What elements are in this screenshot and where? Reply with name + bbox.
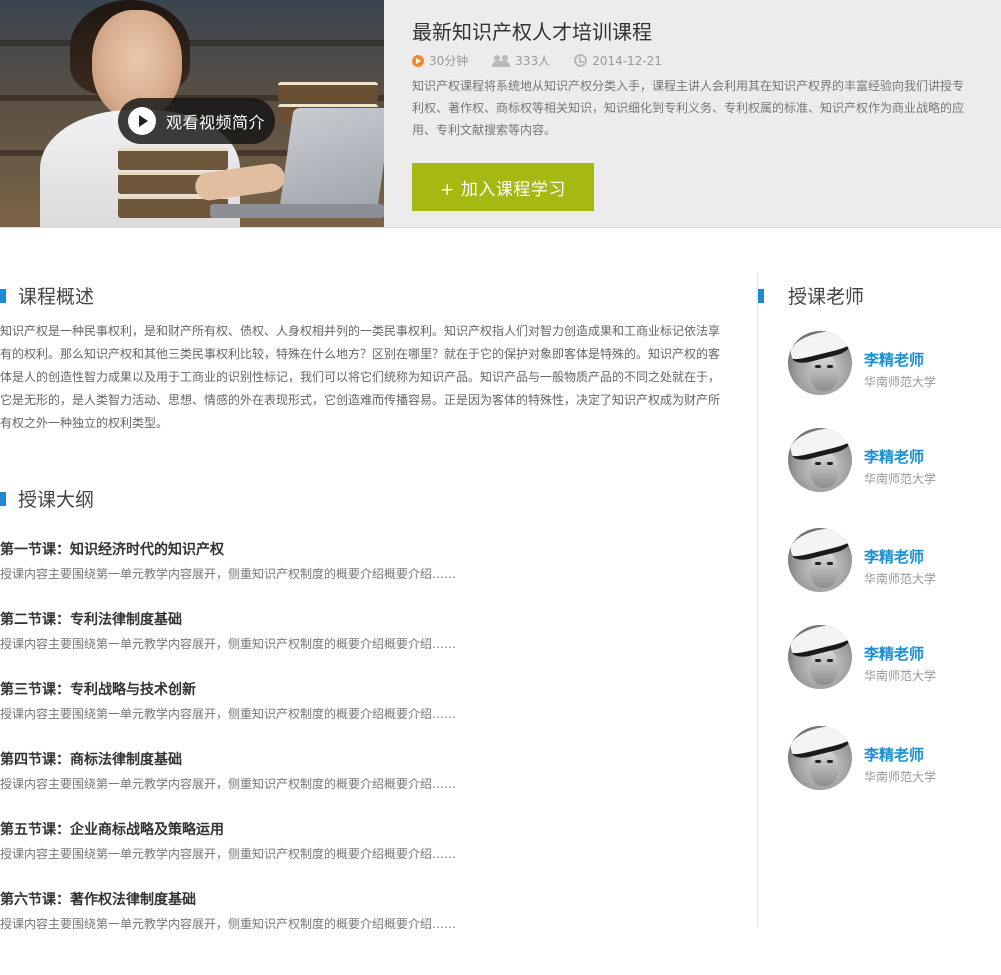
teacher-avatar[interactable] [788,528,852,592]
teacher-card[interactable]: 李精老师 华南师范大学 [788,428,988,494]
course-cover-image: 观看视频简介 [0,0,384,227]
teacher-school: 华南师范大学 [864,375,937,389]
teacher-name[interactable]: 李精老师 [864,446,924,467]
teacher-school: 华南师范大学 [864,572,937,586]
avatar-eye [815,760,821,763]
overview-heading: 课程概述 [0,282,94,309]
heading-marker [758,288,764,303]
syllabus-heading-text: 授课大纲 [18,489,95,511]
lesson-item[interactable]: 第二节课：专利法律制度基础 授课内容主要围绕第一单元教学内容展开，侧重知识产权制… [0,609,740,652]
sidebar-divider [757,272,758,927]
teachers-heading-text: 授课老师 [788,286,865,308]
teacher-name[interactable]: 李精老师 [864,546,924,567]
lesson-item[interactable]: 第一节课：知识经济时代的知识产权 授课内容主要围绕第一单元教学内容展开，侧重知识… [0,539,740,582]
teacher-school: 华南师范大学 [864,472,937,486]
lesson-title[interactable]: 第五节课：企业商标战略及策略运用 [0,819,740,839]
avatar-eye [815,659,821,662]
teacher-avatar[interactable] [788,428,852,492]
course-duration: 30分钟 [412,52,468,69]
teacher-school: 华南师范大学 [864,770,937,784]
teacher-avatar[interactable] [788,331,852,395]
teacher-avatar[interactable] [788,726,852,790]
duration-icon [412,54,424,67]
lesson-description: 授课内容主要围绕第一单元教学内容展开，侧重知识产权制度的概要介绍概要介绍…… [0,847,457,861]
lesson-title[interactable]: 第一节课：知识经济时代的知识产权 [0,539,740,559]
avatar-eye [827,659,833,662]
bookshelf-decoration [0,40,384,46]
course-meta: 30分钟 333人 2014-12-21 [412,52,686,69]
lesson-description: 授课内容主要围绕第一单元教学内容展开，侧重知识产权制度的概要介绍概要介绍…… [0,917,457,931]
heading-marker [0,288,6,303]
lesson-description: 授课内容主要围绕第一单元教学内容展开，侧重知识产权制度的概要介绍概要介绍…… [0,637,457,651]
teacher-avatar[interactable] [788,625,852,689]
avatar-eye [827,760,833,763]
lesson-title[interactable]: 第二节课：专利法律制度基础 [0,609,740,629]
book-stack [118,148,228,170]
avatar-eye [827,365,833,368]
overview-heading-text: 课程概述 [18,286,95,308]
lesson-title[interactable]: 第三节课：专利战略与技术创新 [0,679,740,699]
lesson-item[interactable]: 第六节课：著作权法律制度基础 授课内容主要围绕第一单元教学内容展开，侧重知识产权… [0,889,740,932]
course-description: 知识产权课程将系统地从知识产权分类入手，课程主讲人会利用其在知识产权界的丰富经验… [412,79,965,137]
lesson-item[interactable]: 第三节课：专利战略与技术创新 授课内容主要围绕第一单元教学内容展开，侧重知识产权… [0,679,740,722]
course-learners: 333人 [492,52,550,69]
teacher-card[interactable]: 李精老师 华南师范大学 [788,726,988,792]
book-stack [278,82,378,102]
teacher-card[interactable]: 李精老师 华南师范大学 [788,528,988,594]
teacher-name[interactable]: 李精老师 [864,744,924,765]
avatar-eye [815,462,821,465]
course-duration-value: 30分钟 [429,54,469,68]
watch-video-intro-button[interactable]: 观看视频简介 [118,98,275,144]
lesson-description: 授课内容主要围绕第一单元教学内容展开，侧重知识产权制度的概要介绍概要介绍…… [0,777,457,791]
heading-marker [0,491,6,506]
teacher-school: 华南师范大学 [864,669,937,683]
teacher-name[interactable]: 李精老师 [864,643,924,664]
clock-icon [574,54,588,67]
teachers-heading: 授课老师 [758,282,864,309]
join-course-button[interactable]: + 加入课程学习 [412,163,594,211]
avatar-eye [815,562,821,565]
teacher-card[interactable]: 李精老师 华南师范大学 [788,625,988,691]
course-date: 2014-12-21 [574,54,662,68]
course-hero: 观看视频简介 最新知识产权人才培训课程 30分钟 333人 2014-12-21… [0,0,1001,228]
course-learners-value: 333人 [515,54,551,68]
watch-video-intro-label: 观看视频简介 [166,113,266,132]
lesson-item[interactable]: 第四节课：商标法律制度基础 授课内容主要围绕第一单元教学内容展开，侧重知识产权制… [0,749,740,792]
avatar-eye [827,562,833,565]
laptop-base [210,204,384,218]
course-date-value: 2014-12-21 [592,53,662,68]
laptop-image [278,108,384,216]
avatar-eye [827,462,833,465]
lesson-title[interactable]: 第六节课：著作权法律制度基础 [0,889,740,909]
teacher-name[interactable]: 李精老师 [864,349,924,370]
lesson-item[interactable]: 第五节课：企业商标战略及策略运用 授课内容主要围绕第一单元教学内容展开，侧重知识… [0,819,740,862]
users-icon [492,54,511,67]
lesson-title[interactable]: 第四节课：商标法律制度基础 [0,749,740,769]
teacher-card[interactable]: 李精老师 华南师范大学 [788,331,988,397]
syllabus-heading: 授课大纲 [0,485,94,512]
play-icon [128,107,156,135]
avatar-eye [815,365,821,368]
lesson-description: 授课内容主要围绕第一单元教学内容展开，侧重知识产权制度的概要介绍概要介绍…… [0,567,457,581]
overview-text: 知识产权是一种民事权利，是和财产所有权、债权、人身权相并列的一类民事权利。知识产… [0,324,721,430]
course-title: 最新知识产权人才培训课程 [412,20,652,44]
lesson-description: 授课内容主要围绕第一单元教学内容展开，侧重知识产权制度的概要介绍概要介绍…… [0,707,457,721]
